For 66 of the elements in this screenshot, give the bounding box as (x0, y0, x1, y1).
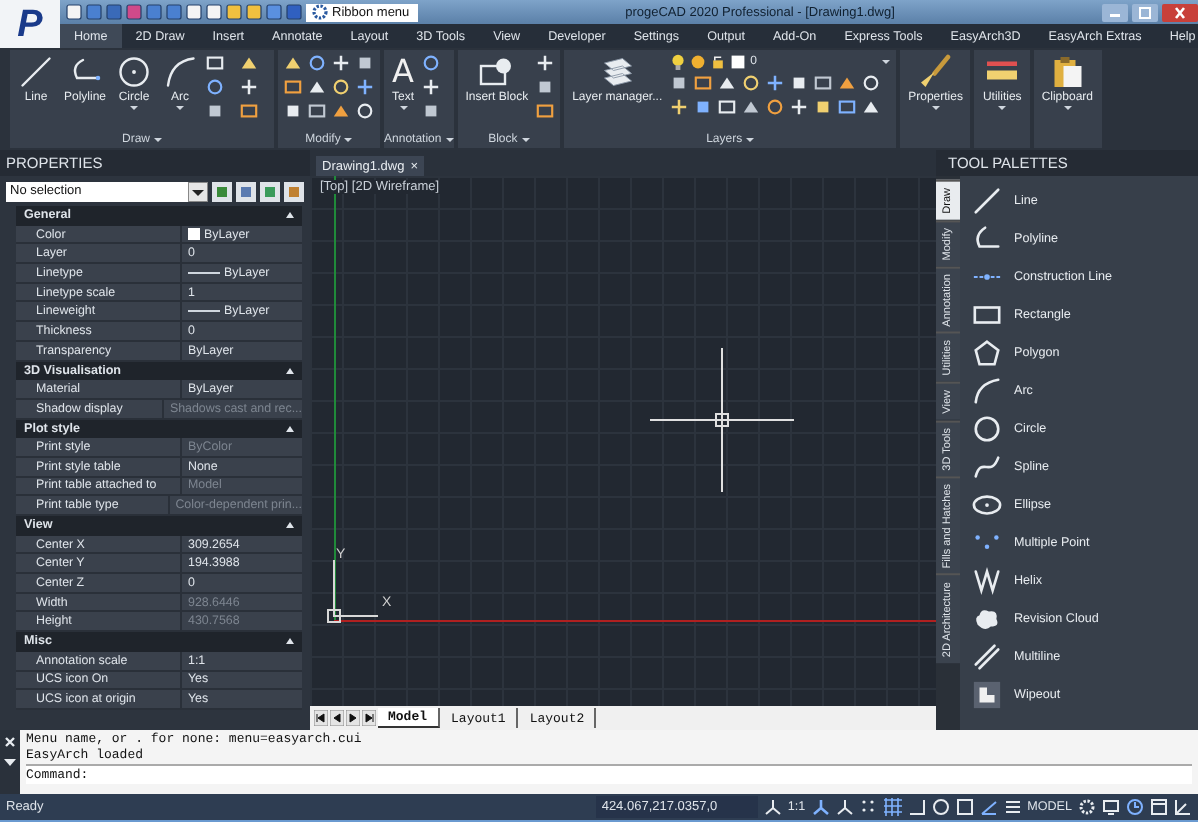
tool-icon[interactable] (670, 98, 689, 116)
circle-icon[interactable] (931, 798, 950, 816)
previous-icon[interactable] (314, 710, 328, 726)
double-line-icon (972, 642, 1002, 672)
caret-icon (344, 138, 353, 142)
caret-icon (882, 60, 891, 64)
close-icon[interactable] (1162, 3, 1198, 21)
polyline-icon (972, 224, 1002, 254)
arc-icon (972, 376, 1002, 406)
window-icon[interactable] (1150, 798, 1168, 816)
next-icon[interactable] (362, 710, 376, 726)
circle-icon (116, 54, 153, 90)
maximize-icon[interactable] (1132, 3, 1158, 21)
dot-grid-icon[interactable] (859, 798, 878, 816)
lock-icon (710, 54, 727, 70)
collapse-icon (286, 638, 294, 645)
color-swatch-icon (188, 228, 200, 241)
collapse-icon (286, 522, 294, 529)
arc-icon (162, 54, 199, 90)
line-icon (18, 54, 54, 90)
line-sample-icon (188, 310, 220, 313)
clipboard-icon (1049, 54, 1086, 90)
clock-icon[interactable] (1126, 798, 1144, 816)
tool-icon[interactable] (422, 102, 441, 120)
collapse-icon (286, 425, 294, 432)
block-icon (478, 54, 515, 90)
cloud-icon (972, 604, 1002, 634)
brush-icon (917, 54, 954, 90)
circle-icon (972, 414, 1002, 444)
tool-icon[interactable] (766, 74, 785, 92)
caret-icon (154, 138, 163, 142)
previous-icon[interactable] (330, 710, 344, 726)
sun-icon (690, 54, 707, 70)
square-icon (972, 680, 1002, 710)
dropdown-arrow-icon[interactable] (4, 756, 16, 768)
collapse-icon (286, 212, 294, 219)
color-swatch-icon (730, 54, 747, 70)
ucs-icon (322, 556, 382, 628)
rectangle-icon (972, 300, 1002, 330)
bulb-icon (670, 54, 687, 70)
bars-icon[interactable] (1003, 798, 1022, 816)
ellipse-icon (972, 490, 1002, 520)
caret-icon (445, 138, 454, 142)
monitor-icon[interactable] (1102, 798, 1120, 816)
layers-icon (599, 54, 636, 90)
caret-icon (746, 138, 755, 142)
line-icon (972, 186, 1002, 216)
tool-icon[interactable] (356, 78, 375, 96)
line-sample-icon (188, 271, 220, 274)
app-logo-button[interactable]: P (0, 0, 60, 48)
slope-icon[interactable] (979, 798, 998, 816)
grid-icon[interactable] (883, 798, 902, 816)
next-icon[interactable] (346, 710, 360, 726)
crosshair-icon (650, 348, 794, 492)
zigzag-icon (972, 566, 1002, 596)
pentagon-icon (972, 338, 1002, 368)
tool-icon[interactable] (422, 54, 441, 72)
spline-icon (972, 452, 1002, 482)
dropdown-arrow-icon (188, 181, 208, 201)
corner-icon[interactable] (907, 798, 926, 816)
square-icon[interactable] (955, 798, 974, 816)
caret-icon (521, 138, 530, 142)
close-icon[interactable] (4, 736, 16, 748)
minimize-icon[interactable] (1102, 3, 1128, 21)
collapse-icon (286, 367, 294, 374)
axes-icon[interactable] (1174, 798, 1192, 816)
